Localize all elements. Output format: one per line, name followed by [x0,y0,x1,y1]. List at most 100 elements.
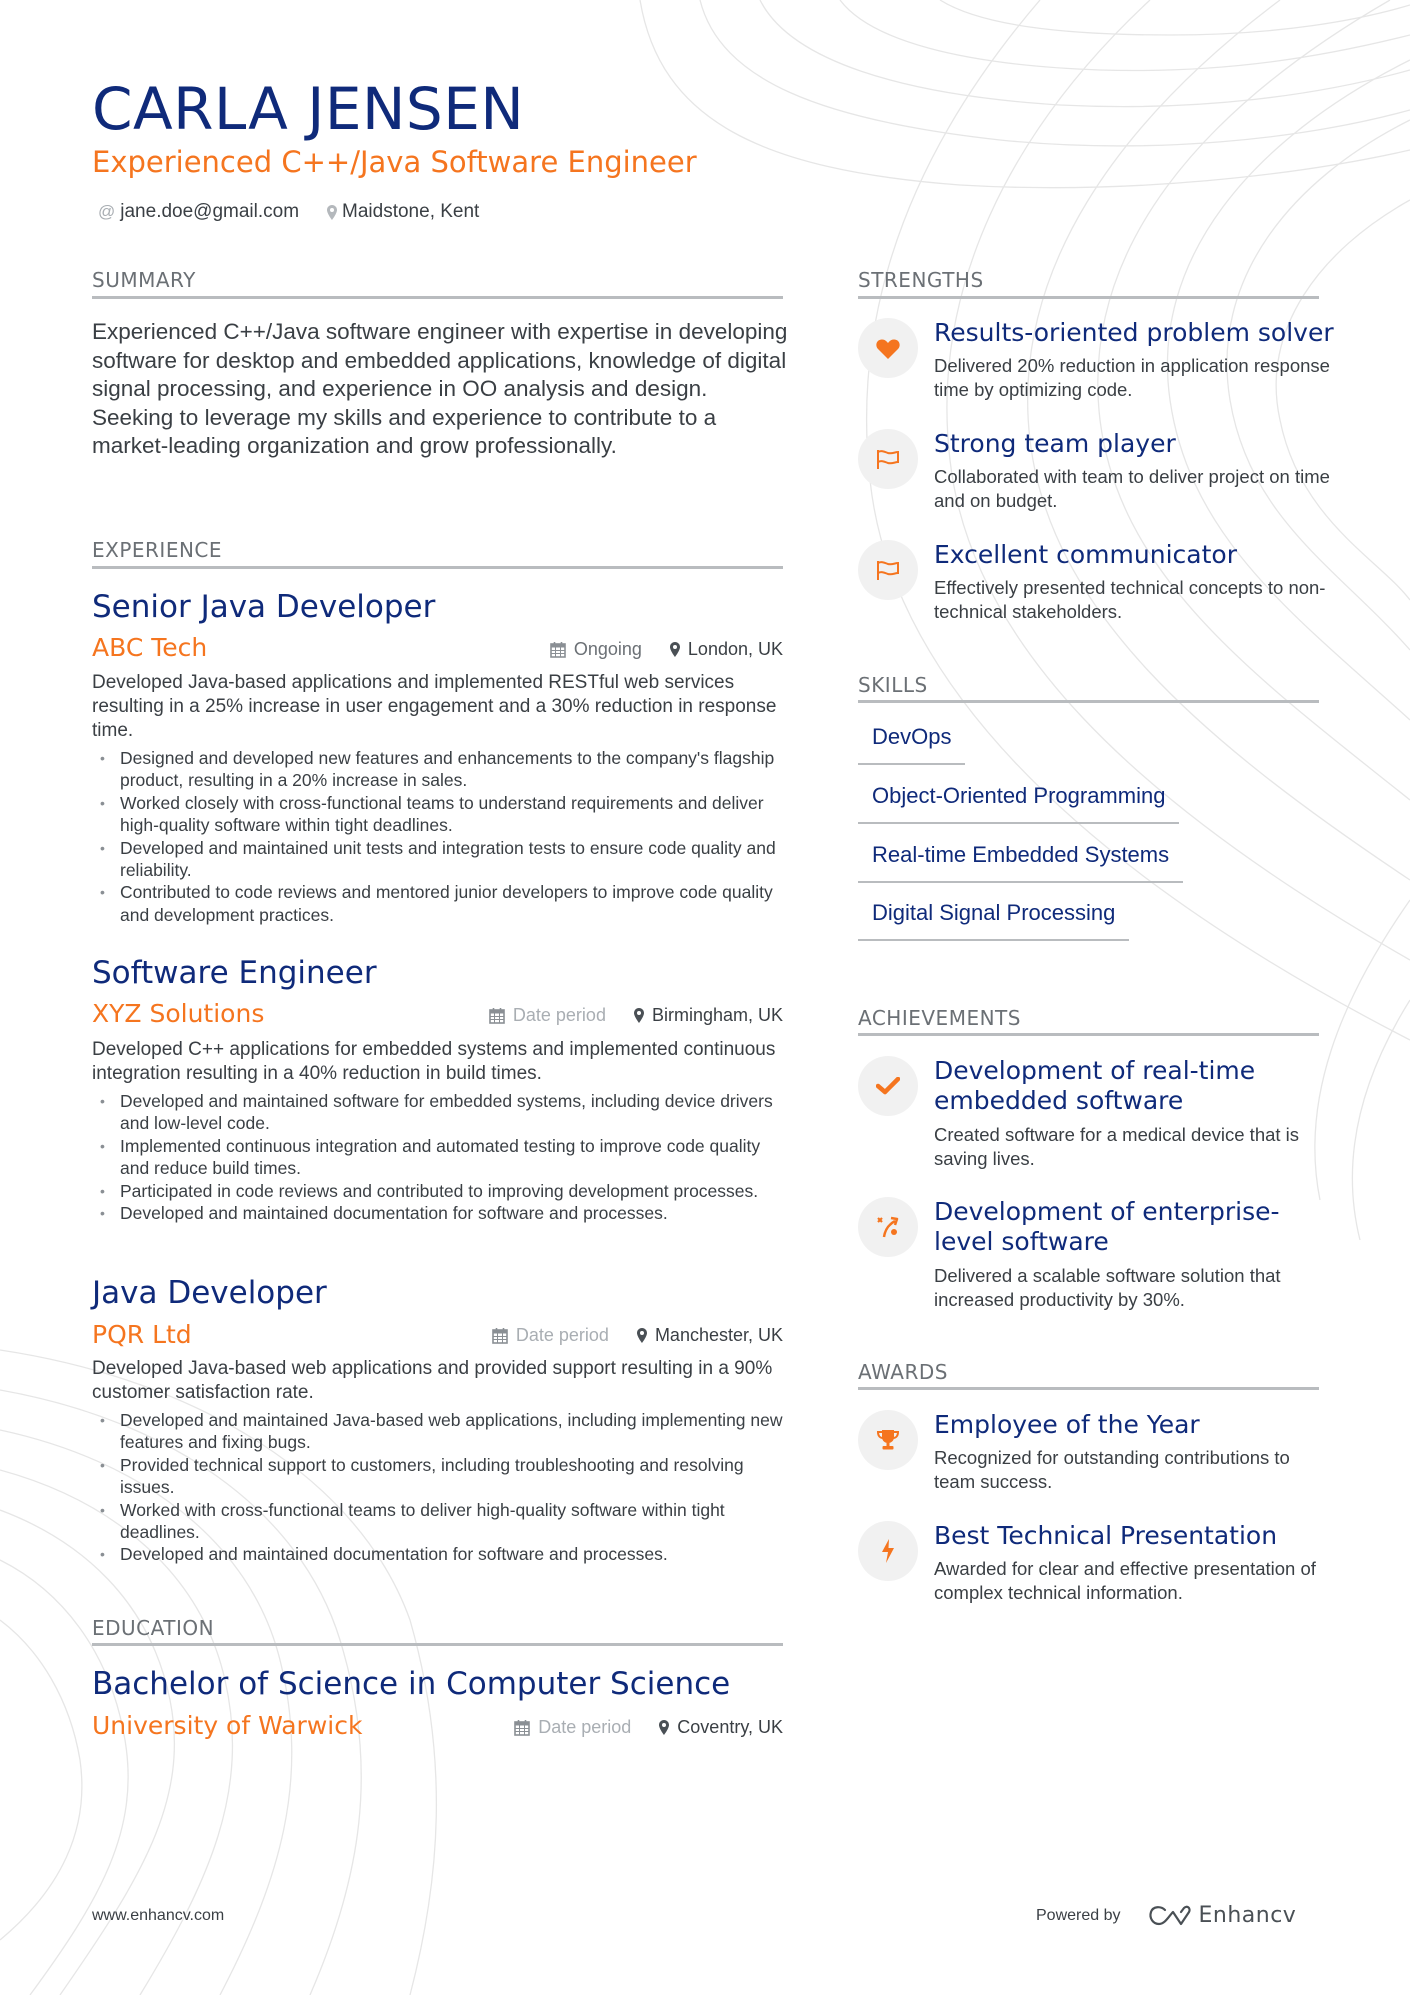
awards-divider [858,1387,1319,1390]
job-bullet: Implemented continuous integration and a… [92,1135,792,1180]
skill-underline [858,881,1184,883]
skill-label: DevOps [872,724,952,749]
summary-heading: SUMMARY [92,268,196,292]
map-pin-icon [669,641,680,657]
calendar-icon [514,1719,531,1736]
skill-tag: Real-time Embedded Systems [858,840,1184,883]
job-date-text: Ongoing [573,639,642,659]
calendar-icon [489,1007,505,1024]
job-description: Developed Java-based applications and im… [92,672,777,741]
skill-tag: DevOps [858,722,966,765]
education-location: Coventry, UK [659,1715,783,1739]
job-location: London, UK [669,637,783,661]
strength-description: Effectively presented technical concepts… [934,577,1326,622]
job-date-text: Date period [512,1005,606,1025]
job-location-text: Manchester, UK [654,1325,783,1345]
flag-icon [858,429,918,489]
strengths-divider [858,296,1319,299]
lightning-icon [858,1521,918,1581]
footer-branding: Powered by Enhancv [1036,1903,1296,1928]
checkmark-icon [858,1056,918,1116]
education-degree: Bachelor of Science in Computer Science [92,1666,731,1702]
education-date-text: Date period [538,1717,632,1737]
candidate-title: Experienced C++/Java Software Engineer [92,145,697,179]
job-location-text: London, UK [687,639,783,659]
strength-title: Excellent communicator [934,540,1237,569]
job-bullet: Developed and maintained documentation f… [92,1202,792,1225]
enhancv-logo-icon [1148,1905,1191,1925]
job-role: Senior Java Developer [92,589,436,625]
skill-label: Object-Oriented Programming [872,783,1166,808]
experience-heading: EXPERIENCE [92,538,223,562]
skill-underline [858,763,966,765]
skill-tag: Object-Oriented Programming [858,781,1180,824]
map-pin-icon [659,1719,670,1735]
achievements-heading: ACHIEVEMENTS [858,1006,1021,1030]
award-description: Recognized for outstanding contributions… [934,1447,1290,1492]
job-bullet: Provided technical support to customers,… [92,1454,792,1499]
job-meta: Date period Birmingham, UK [489,1003,783,1027]
education-location-text: Coventry, UK [677,1717,783,1737]
map-pin-icon [633,1007,644,1023]
award-description: Awarded for clear and effective presenta… [934,1558,1316,1603]
job-bullet: Designed and developed new features and … [92,747,792,792]
achievements-divider [858,1033,1319,1036]
contact-row: @ jane.doe@gmail.com Maidstone, Kent [98,199,507,225]
strategy-icon [858,1197,918,1257]
skills-heading: SKILLS [858,673,928,697]
experience-divider [92,566,783,569]
job-bullet: Developed and maintained software for em… [92,1090,792,1135]
job-bullet: Contributed to code reviews and mentored… [92,881,792,926]
skill-underline [858,822,1180,824]
job-bullet: Developed and maintained Java-based web … [92,1409,792,1454]
strength-title: Results-oriented problem solver [934,318,1334,347]
contact-email[interactable]: @ jane.doe@gmail.com [98,201,299,223]
education-school: University of Warwick [92,1711,363,1740]
job-location-text: Birmingham, UK [651,1005,783,1025]
job-bullet: Developed and maintained unit tests and … [92,837,792,882]
achievement-title: Development of real-time embedded softwa… [934,1056,1256,1115]
job-date: Ongoing [550,637,642,661]
skill-underline [858,939,1130,941]
calendar-icon [550,641,566,658]
job-date-text: Date period [515,1325,609,1345]
job-company: PQR Ltd [92,1320,192,1349]
education-date: Date period [514,1715,631,1739]
skill-label: Real-time Embedded Systems [872,842,1170,867]
job-company: ABC Tech [92,633,208,662]
at-icon: @ [98,202,116,221]
email-text: jane.doe@gmail.com [120,201,300,222]
summary-text: Experienced C++/Java software engineer w… [92,319,788,459]
job-bullet: Worked with cross-functional teams to de… [92,1499,792,1544]
award-title: Employee of the Year [934,1410,1200,1439]
job-bullet: Developed and maintained documentation f… [92,1543,792,1566]
job-location: Manchester, UK [636,1323,783,1347]
job-bullets: Developed and maintained software for em… [92,1090,792,1225]
job-bullets: Developed and maintained Java-based web … [92,1409,792,1566]
map-pin-icon [636,1327,647,1343]
trophy-icon [858,1410,918,1470]
strengths-heading: STRENGTHS [858,268,984,292]
powered-by-label: Powered by [1036,1906,1121,1924]
contact-location: Maidstone, Kent [327,201,479,223]
education-meta: Date period Coventry, UK [514,1715,783,1739]
skill-tag: Digital Signal Processing [858,898,1130,941]
achievement-description: Created software for a medical device th… [934,1124,1300,1169]
job-role: Java Developer [92,1275,327,1311]
footer-website[interactable]: www.enhancv.com [92,1907,224,1925]
strength-title: Strong team player [934,429,1176,458]
job-role: Software Engineer [92,955,377,991]
job-company: XYZ Solutions [92,999,265,1028]
enhancv-brand: Enhancv [1198,1903,1297,1928]
job-bullet: Worked closely with cross-functional tea… [92,792,792,837]
location-text: Maidstone, Kent [342,201,480,222]
achievement-title: Development of enterprise-level software [934,1197,1280,1256]
skills-divider [858,700,1319,703]
job-meta: Date period Manchester, UK [492,1323,783,1347]
awards-heading: AWARDS [858,1360,948,1384]
job-date: Date period [489,1003,606,1027]
job-bullets: Designed and developed new features and … [92,747,792,926]
summary-divider [92,296,783,299]
achievement-description: Delivered a scalable software solution t… [934,1265,1281,1310]
education-divider [92,1643,783,1646]
